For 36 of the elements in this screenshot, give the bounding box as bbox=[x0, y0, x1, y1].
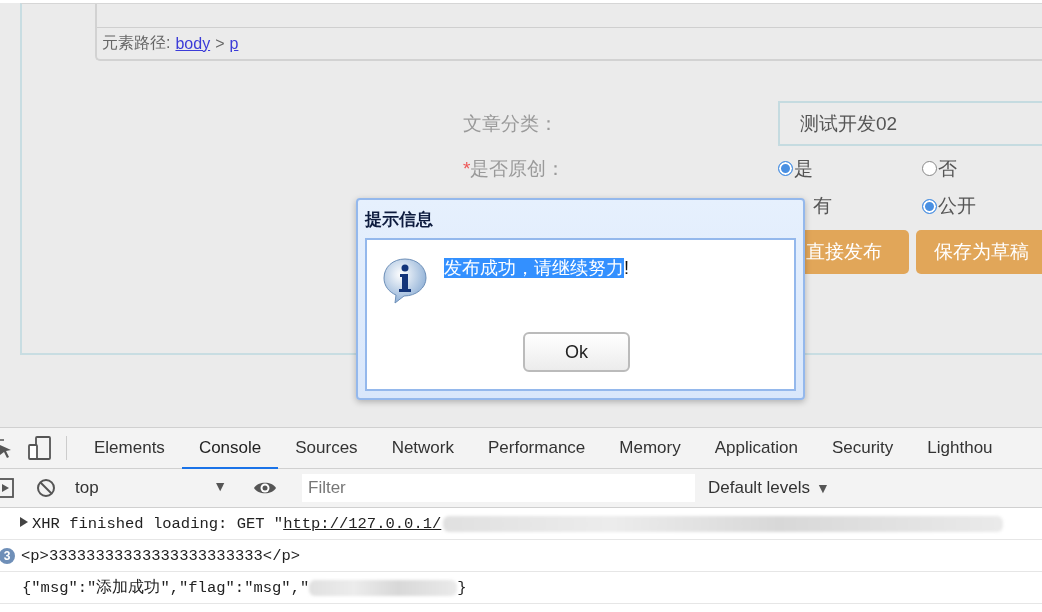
devtools-tab[interactable]: Performance bbox=[471, 428, 603, 469]
eye-icon[interactable] bbox=[253, 480, 277, 496]
console-message: <p>33333333333333333333333</p> bbox=[21, 546, 301, 565]
devtools-tab[interactable]: Sources bbox=[278, 428, 375, 469]
radio-option[interactable]: 否 bbox=[922, 155, 1042, 182]
repeat-count: 3 bbox=[0, 547, 15, 564]
radio-option[interactable]: 公开 bbox=[922, 193, 1042, 219]
console-message: XHR finished loading: GET " bbox=[32, 514, 284, 533]
path-separator: > bbox=[215, 34, 225, 53]
info-icon bbox=[381, 256, 429, 304]
context-select[interactable]: top ▼ bbox=[67, 478, 239, 498]
category-select[interactable]: 测试开发02 bbox=[778, 101, 1042, 146]
dialog-message: 发布成功，请继续努力! bbox=[444, 257, 629, 280]
field-label: *是否原创： bbox=[463, 156, 566, 181]
console-message: } bbox=[457, 578, 467, 597]
device-toolbar-icon[interactable] bbox=[28, 436, 52, 460]
field-label: 文章分类： bbox=[463, 111, 558, 136]
console-link[interactable]: http://127.0.0.1/ bbox=[283, 514, 442, 533]
devtools-tab[interactable]: Security bbox=[814, 428, 911, 469]
sidebar-toggle-icon[interactable] bbox=[0, 478, 15, 498]
path-link[interactable]: body bbox=[175, 34, 211, 53]
radio-option[interactable]: 是 bbox=[778, 155, 922, 182]
levels-dropdown[interactable]: Default levels ▼ bbox=[708, 478, 830, 498]
ok-button[interactable]: Ok bbox=[523, 332, 630, 372]
devtools-tab[interactable]: Network bbox=[374, 428, 471, 469]
filter-field[interactable]: Filter bbox=[302, 474, 695, 502]
dialog-title: 提示信息 bbox=[365, 208, 433, 231]
devtools-tab[interactable]: Elements bbox=[77, 428, 182, 469]
path-label: 元素路径: bbox=[102, 33, 171, 53]
devtools-tab[interactable]: Lighthou bbox=[910, 428, 1010, 469]
expand-icon[interactable] bbox=[20, 517, 28, 530]
clear-console-icon[interactable] bbox=[36, 478, 56, 498]
console-message: {"msg":"添加成功","flag":"msg"," bbox=[22, 578, 310, 598]
path-link[interactable]: p bbox=[229, 34, 239, 53]
devtools-tab[interactable]: Memory bbox=[602, 428, 698, 469]
devtools-tab[interactable]: Application bbox=[697, 428, 815, 469]
